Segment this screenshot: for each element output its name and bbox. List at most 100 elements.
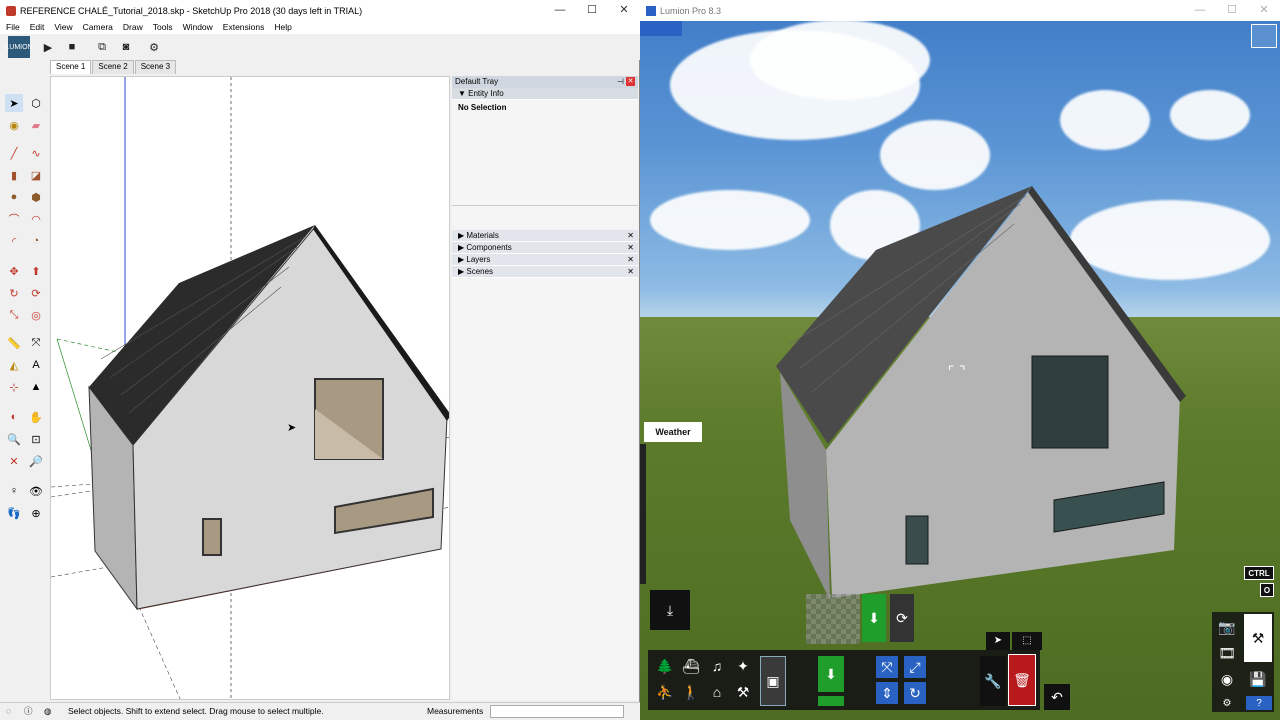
dimension-icon[interactable]: ⤧: [27, 334, 45, 352]
close-button[interactable]: ✕: [608, 0, 640, 21]
walk-icon[interactable]: 👣: [5, 504, 23, 522]
play-icon[interactable]: ▶: [38, 37, 58, 57]
box-select-tab[interactable]: ⬚: [1012, 632, 1042, 650]
pin-icon[interactable]: ⊣: [617, 76, 624, 88]
sound-icon[interactable]: ♫: [706, 656, 728, 676]
protractor-icon[interactable]: ◭: [5, 356, 23, 374]
delete-object-button[interactable]: 🗑: [1008, 654, 1036, 706]
close-icon[interactable]: ✕: [627, 242, 634, 254]
height-object-icon[interactable]: ⇕: [876, 682, 898, 704]
select-icon[interactable]: ➤: [5, 94, 23, 112]
stop-icon[interactable]: ■: [62, 37, 82, 57]
tab-scene-1[interactable]: Scene 1: [50, 60, 92, 74]
undo-icon[interactable]: ↶: [1044, 684, 1070, 710]
scale-object-icon[interactable]: ⤢: [904, 656, 926, 678]
gear-icon[interactable]: ⚙: [144, 37, 164, 57]
menu-help[interactable]: Help: [268, 21, 295, 34]
geo-location-icon[interactable]: ◌: [6, 703, 11, 720]
push-pull-icon[interactable]: ⬆: [27, 262, 45, 280]
refresh-icon[interactable]: ⟳: [890, 594, 914, 642]
circle-icon[interactable]: ●: [5, 188, 23, 206]
zoom-extents-icon[interactable]: ✕: [5, 452, 23, 470]
axes-icon[interactable]: ⊹: [5, 378, 23, 396]
edit-properties-icon[interactable]: 🔧: [980, 656, 1006, 706]
pan-icon[interactable]: ✋: [27, 408, 45, 426]
materials-header[interactable]: ▶ Materials ✕: [452, 230, 638, 242]
close-icon[interactable]: ✕: [627, 230, 634, 242]
previous-view-icon[interactable]: 🔎: [27, 452, 45, 470]
import-button[interactable]: ⤓: [650, 590, 690, 630]
tab-scene-3[interactable]: Scene 3: [134, 60, 177, 74]
three-point-arc-icon[interactable]: ◜: [5, 232, 23, 250]
camera-export-icon[interactable]: ◙: [116, 37, 136, 57]
zoom-window-icon[interactable]: ⊡: [27, 430, 45, 448]
menu-file[interactable]: File: [0, 21, 24, 34]
nature-icon[interactable]: 🌲: [654, 656, 676, 676]
menu-camera[interactable]: Camera: [77, 21, 117, 34]
lumion-livesync-icon[interactable]: LUMION: [5, 36, 33, 58]
orbit-icon[interactable]: ◐: [5, 408, 23, 426]
weather-label[interactable]: Weather: [644, 422, 702, 442]
menu-extensions[interactable]: Extensions: [217, 21, 269, 34]
tape-measure-icon[interactable]: 📏: [5, 334, 23, 352]
save-file-icon[interactable]: 💾: [1244, 666, 1272, 692]
pie-icon[interactable]: ◔: [27, 232, 45, 250]
freehand-icon[interactable]: ∿: [27, 144, 45, 162]
follow-me-icon[interactable]: ⟳: [27, 284, 45, 302]
rotated-rectangle-icon[interactable]: ◪: [27, 166, 45, 184]
section-plane-icon[interactable]: ⊕: [27, 504, 45, 522]
rectangle-icon[interactable]: ▮: [5, 166, 23, 184]
rotate-object-icon[interactable]: ↻: [904, 682, 926, 704]
sync-camera-icon[interactable]: ⧉: [92, 37, 112, 57]
text-icon[interactable]: A: [27, 356, 45, 374]
component-icon[interactable]: ⬡: [27, 94, 45, 112]
move-icon[interactable]: ✥: [5, 262, 23, 280]
place-object-button[interactable]: ⬇: [818, 656, 844, 692]
lumion-3d-view[interactable]: ⌜ ⌝: [640, 0, 1280, 720]
menu-window[interactable]: Window: [177, 21, 217, 34]
scenes-header[interactable]: ▶ Scenes ✕: [452, 266, 638, 278]
entity-info-header[interactable]: ▼ Entity Info: [452, 88, 638, 100]
look-around-icon[interactable]: 👁: [27, 482, 45, 500]
move-object-icon[interactable]: ⤧: [876, 656, 898, 678]
info-icon[interactable]: ⓘ: [24, 703, 33, 720]
menu-edit[interactable]: Edit: [24, 21, 49, 34]
minimize-button[interactable]: —: [544, 0, 576, 21]
close-icon[interactable]: ✕: [627, 266, 634, 278]
measurements-input[interactable]: [490, 705, 624, 718]
select-mode-tab[interactable]: ➤: [986, 632, 1010, 650]
menu-draw[interactable]: Draw: [117, 21, 147, 34]
tab-scene-2[interactable]: Scene 2: [92, 60, 134, 74]
sketchup-viewport[interactable]: ➤: [50, 76, 450, 700]
menu-view[interactable]: View: [48, 21, 76, 34]
maximize-button[interactable]: ☐: [576, 0, 608, 21]
menu-tools[interactable]: Tools: [147, 21, 177, 34]
zoom-icon[interactable]: 🔍: [5, 430, 23, 448]
help-button[interactable]: ?: [1246, 696, 1272, 710]
save-object-button[interactable]: ⬇: [862, 594, 886, 642]
outdoor-icon[interactable]: ⌂: [706, 682, 728, 702]
people-icon[interactable]: 🚶: [680, 682, 702, 702]
panorama-mode-icon[interactable]: ◉: [1216, 668, 1238, 690]
effects-icon[interactable]: ✦: [732, 656, 754, 676]
layers-header[interactable]: ▶ Layers ✕: [452, 254, 638, 266]
scale-icon[interactable]: ⤡: [5, 306, 23, 324]
imported-models-icon[interactable]: ▣: [760, 656, 786, 706]
3d-text-icon[interactable]: ▲: [27, 378, 45, 396]
transport-icon[interactable]: ⛴: [680, 656, 702, 676]
rotate-icon[interactable]: ↻: [5, 284, 23, 302]
components-header[interactable]: ▶ Components ✕: [452, 242, 638, 254]
arc-icon[interactable]: ⌒: [5, 210, 23, 228]
user-icon[interactable]: ◍: [44, 703, 51, 720]
close-icon[interactable]: ✕: [627, 254, 634, 266]
movie-mode-icon[interactable]: 🎞: [1216, 642, 1238, 664]
tray-close-icon[interactable]: ✕: [626, 77, 635, 86]
indoor-icon[interactable]: ⛹: [654, 682, 676, 702]
utilities-icon[interactable]: ⚒: [732, 682, 754, 702]
build-mode-icon[interactable]: ⚒: [1244, 614, 1272, 662]
photo-mode-icon[interactable]: 📷: [1216, 616, 1238, 638]
polygon-icon[interactable]: ⬢: [27, 188, 45, 206]
settings-icon[interactable]: ⚙: [1216, 696, 1238, 710]
two-point-arc-icon[interactable]: ◠: [27, 210, 45, 228]
position-camera-icon[interactable]: ♀: [5, 482, 23, 500]
